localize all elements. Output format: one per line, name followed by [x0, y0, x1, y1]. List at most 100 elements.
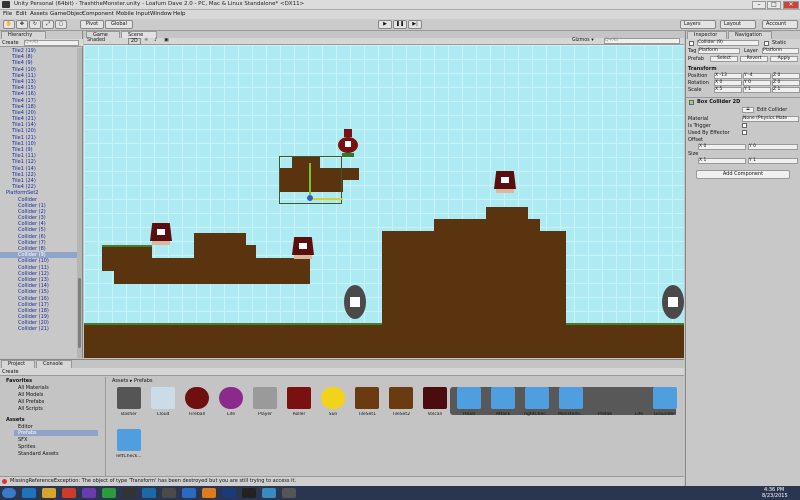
rotation-x-field[interactable]: X 0	[714, 80, 742, 86]
pivot-toggle[interactable]: Pivot	[80, 20, 104, 29]
roller-monster-icon[interactable]	[334, 129, 362, 159]
active-checkbox[interactable]	[689, 41, 694, 46]
global-toggle[interactable]: Global	[105, 20, 133, 29]
size-x-field[interactable]: X 1	[698, 158, 746, 164]
rotate-tool-icon[interactable]: ↻	[29, 20, 41, 29]
asset-rightcheck[interactable]: rightChec...	[522, 387, 552, 427]
app-icon[interactable]	[202, 488, 216, 498]
app-icon[interactable]	[102, 488, 116, 498]
maximize-button[interactable]: □	[767, 1, 781, 9]
account-dropdown[interactable]: Account	[762, 20, 798, 29]
ie-icon[interactable]	[22, 488, 36, 498]
layer-dropdown[interactable]: Platform	[762, 48, 799, 54]
hand-tool-icon[interactable]: ✋	[3, 20, 15, 29]
list-item[interactable]: Collider (21)	[0, 326, 77, 332]
asset-player[interactable]: Player	[250, 387, 280, 427]
pause-button[interactable]: ❚❚	[393, 20, 407, 29]
asset-basher[interactable]: Basher	[114, 387, 144, 427]
2d-toggle[interactable]: 2D	[128, 38, 141, 45]
basher-monster-icon[interactable]	[492, 171, 518, 195]
shaded-dropdown[interactable]: Shaded	[87, 38, 105, 43]
prefab-apply-button[interactable]: Apply	[770, 56, 798, 62]
transform-header[interactable]: Transform	[688, 66, 717, 72]
offset-x-field[interactable]: X 0	[698, 144, 746, 150]
move-gizmo-y-axis[interactable]	[309, 163, 311, 199]
box-collider-header[interactable]: Box Collider 2D	[697, 99, 740, 105]
position-x-field[interactable]: X -13	[714, 73, 742, 79]
lighting-icon[interactable]: ☼	[144, 38, 148, 43]
move-tool-icon[interactable]: ✥	[16, 20, 28, 29]
menu-help[interactable]: Help	[173, 11, 186, 17]
menu-file[interactable]: File	[3, 11, 12, 17]
step-button[interactable]: ▶|	[408, 20, 422, 29]
position-z-field[interactable]: Z 0	[772, 73, 800, 79]
is-trigger-checkbox[interactable]	[742, 123, 747, 128]
asset-fireball[interactable]: Fireball	[182, 387, 212, 427]
material-field[interactable]: None (Physics Mate	[742, 116, 799, 122]
scene-search-input[interactable]: Q+All	[604, 38, 680, 44]
cannon-monster-icon[interactable]	[658, 285, 684, 321]
static-checkbox[interactable]	[764, 41, 769, 46]
explorer-icon[interactable]	[42, 488, 56, 498]
rotation-y-field[interactable]: Y 0	[743, 80, 771, 86]
scale-tool-icon[interactable]: ⤢	[42, 20, 54, 29]
effects-icon[interactable]: ▣	[164, 38, 169, 43]
scale-x-field[interactable]: X 5	[714, 87, 742, 93]
app-icon[interactable]	[242, 488, 256, 498]
size-y-field[interactable]: Y 1	[748, 158, 798, 164]
app-icon[interactable]	[182, 488, 196, 498]
tag-dropdown[interactable]: Platform	[698, 48, 740, 54]
cannon-monster-icon[interactable]	[340, 285, 370, 321]
asset-volcan[interactable]: Volcan	[420, 387, 450, 427]
object-name-field[interactable]: Collider (9)	[697, 40, 759, 46]
move-gizmo-center[interactable]	[307, 195, 313, 201]
asset-grounded[interactable]: Grounded	[650, 387, 680, 427]
folder-item-selected[interactable]: Prefabs	[14, 430, 98, 436]
hierarchy-search-input[interactable]: Q+All	[24, 40, 79, 46]
asset-monsterh[interactable]: MonsterH...	[556, 387, 586, 427]
menu-window[interactable]: Window	[150, 11, 172, 17]
play-button[interactable]: ▶	[378, 20, 392, 29]
rotation-z-field[interactable]: Z 0	[772, 80, 800, 86]
asset-prefab[interactable]: Prefab	[590, 387, 620, 427]
hierarchy-scrollbar[interactable]	[77, 48, 82, 358]
menu-component[interactable]: Component	[82, 11, 114, 17]
close-button[interactable]: ✕	[783, 1, 799, 9]
asset-leftcheck[interactable]: leftCheck...	[114, 429, 144, 469]
folder-item[interactable]: Standard Assets	[18, 451, 59, 457]
unity-icon[interactable]	[162, 488, 176, 498]
move-gizmo-x-axis[interactable]	[311, 198, 343, 200]
menu-mobile-input[interactable]: Mobile Input	[116, 11, 150, 17]
basher-monster-icon[interactable]	[290, 237, 316, 261]
gizmos-dropdown[interactable]: Gizmos ▾	[572, 38, 594, 43]
tab-project[interactable]: Project	[1, 360, 35, 368]
asset-cloud[interactable]: Cloud	[148, 387, 178, 427]
app-icon[interactable]	[82, 488, 96, 498]
add-component-button[interactable]: Add Component	[696, 170, 790, 179]
app-icon[interactable]	[222, 488, 236, 498]
tab-inspector[interactable]: Inspector	[687, 31, 727, 39]
tab-navigation[interactable]: Navigation	[728, 31, 772, 39]
fav-item[interactable]: All Materials	[18, 385, 49, 391]
offset-y-field[interactable]: Y 0	[748, 144, 798, 150]
asset-head[interactable]: Head	[454, 387, 484, 427]
asset-tileset2[interactable]: TileSet2	[386, 387, 416, 427]
menu-assets[interactable]: Assets	[30, 11, 48, 17]
prefab-select-button[interactable]: Select	[710, 56, 738, 62]
app-icon[interactable]	[262, 488, 276, 498]
asset-tileset1[interactable]: TileSet1	[352, 387, 382, 427]
rect-tool-icon[interactable]: ▢	[55, 20, 67, 29]
start-button-icon[interactable]	[2, 488, 16, 498]
assets-header[interactable]: Assets	[6, 417, 25, 423]
asset-life[interactable]: Life	[216, 387, 246, 427]
asset-sun[interactable]: Sun	[318, 387, 348, 427]
media-icon[interactable]	[62, 488, 76, 498]
position-y-field[interactable]: Y -4	[743, 73, 771, 79]
scale-y-field[interactable]: Y 1	[743, 87, 771, 93]
fav-item[interactable]: All Models	[18, 392, 43, 398]
asset-roller[interactable]: Roller	[284, 387, 314, 427]
tab-console[interactable]: Console	[36, 360, 72, 368]
favorites-header[interactable]: Favorites	[6, 378, 32, 384]
hierarchy-scroll-thumb[interactable]	[78, 278, 81, 348]
collider-enabled-checkbox[interactable]	[689, 100, 694, 105]
